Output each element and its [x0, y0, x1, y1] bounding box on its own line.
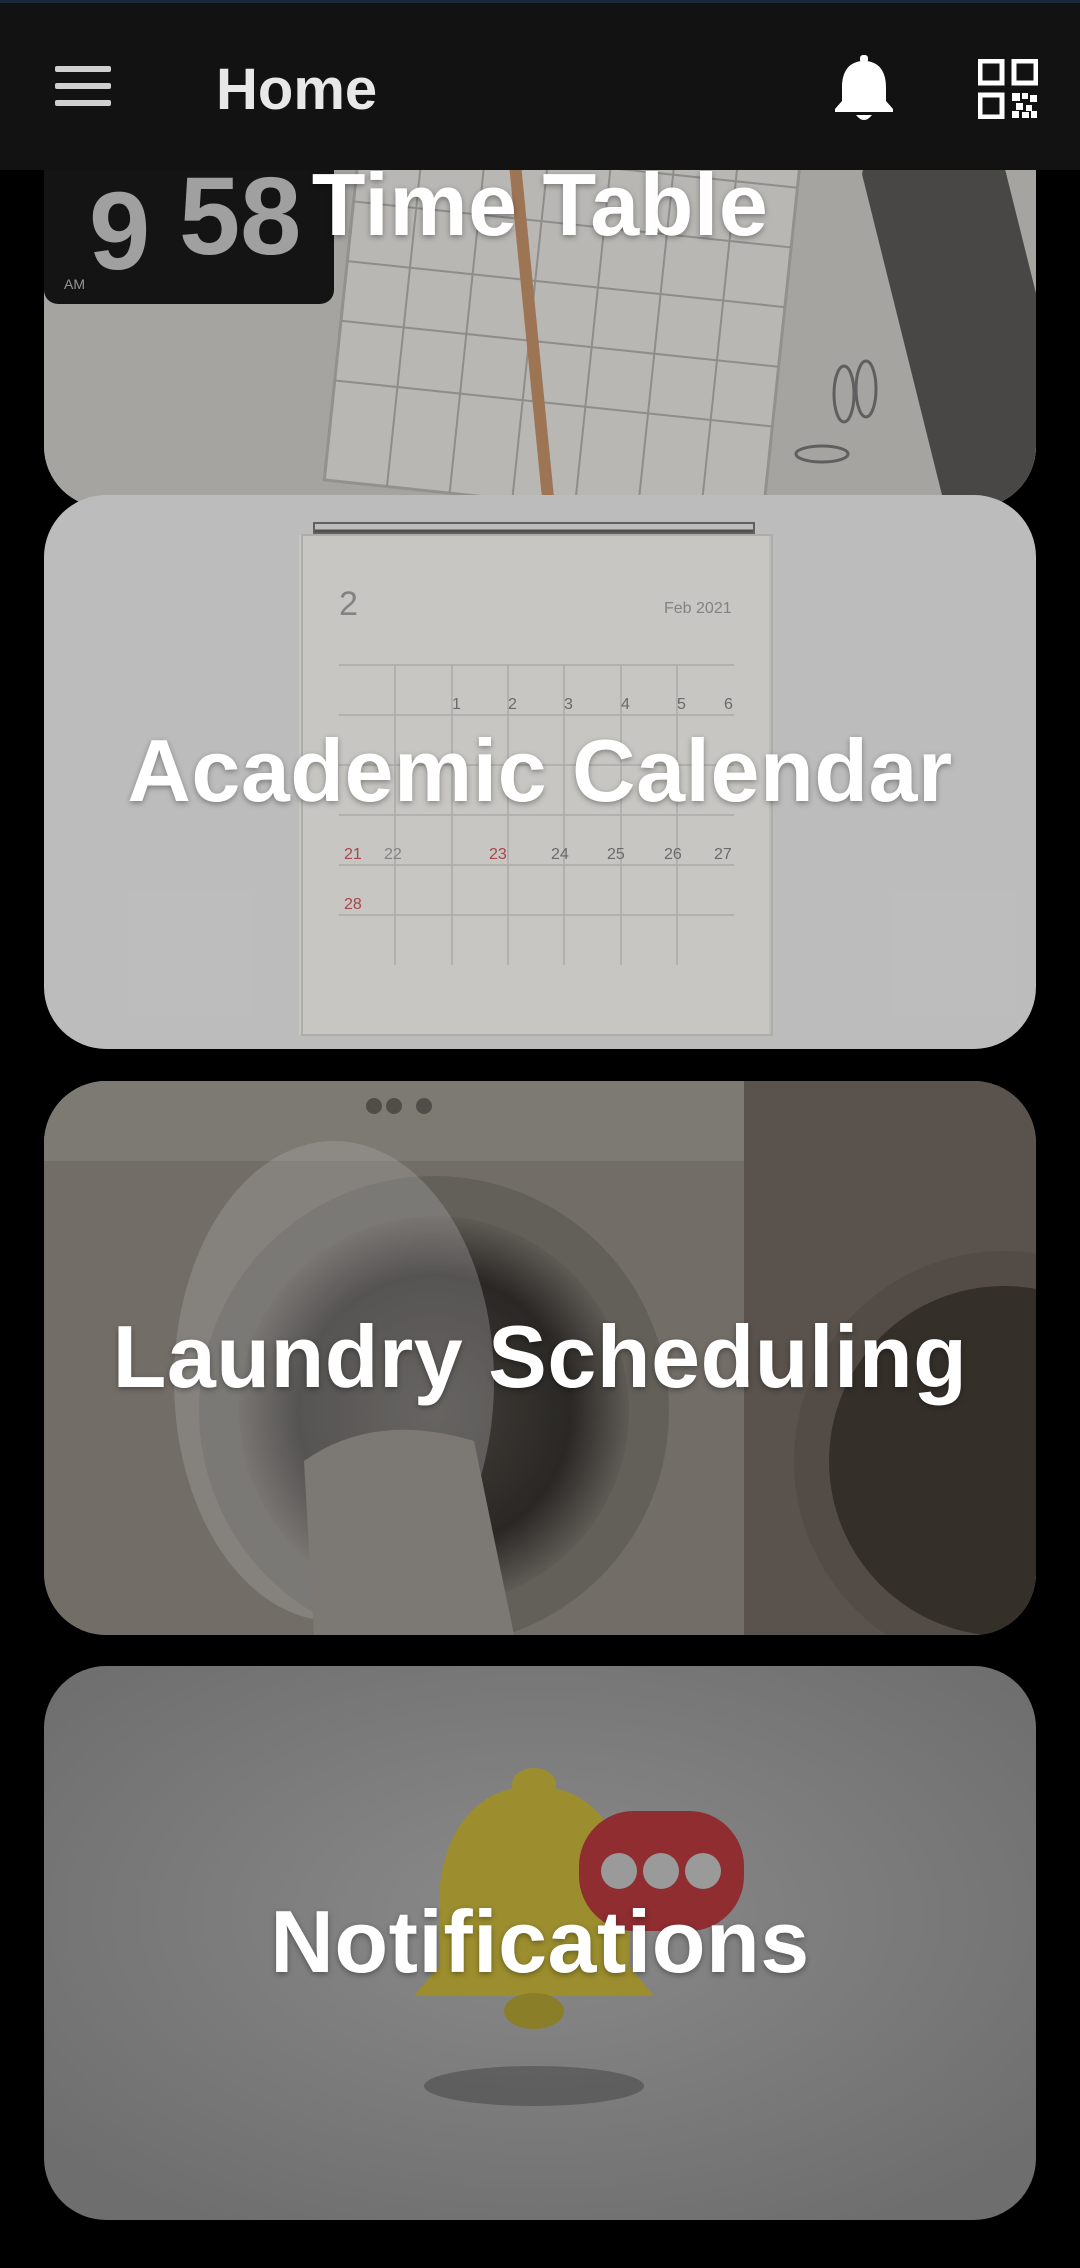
card-title: Time Table	[311, 170, 769, 254]
bell-icon[interactable]	[832, 55, 896, 123]
academic-calendar-card[interactable]: 2 Feb 2021 123 456 22 2425	[44, 495, 1036, 1049]
menu-icon[interactable]	[50, 58, 116, 114]
home-card-list[interactable]: 9 58 AM	[0, 170, 1080, 2268]
card-title: Academic Calendar	[127, 721, 953, 820]
card-title: Notifications	[270, 1892, 810, 1991]
notifications-card[interactable]: Notifications	[44, 1666, 1036, 2220]
app-bar: Home	[0, 0, 1080, 170]
page-title: Home	[216, 57, 378, 122]
laundry-scheduling-card[interactable]: Laundry Scheduling	[44, 1081, 1036, 1635]
qr-code-icon[interactable]	[977, 58, 1039, 120]
card-title: Laundry Scheduling	[112, 1307, 968, 1406]
time-table-card[interactable]: 9 58 AM	[44, 170, 1036, 508]
